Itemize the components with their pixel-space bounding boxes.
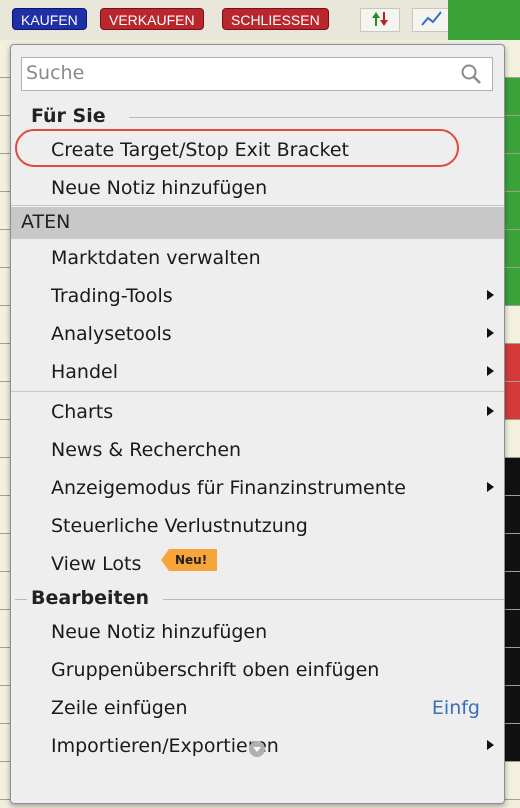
- search-input[interactable]: [22, 58, 446, 88]
- section-divider: [15, 599, 27, 600]
- submenu-arrow-icon: [487, 740, 494, 750]
- shortcut-hint: Einfg: [431, 697, 480, 719]
- submenu-arrow-icon: [487, 406, 494, 416]
- submenu-arrow-icon: [487, 290, 494, 300]
- submenu-arrow-icon: [487, 482, 494, 492]
- section-title-for-you: Für Sie: [31, 105, 106, 127]
- menu-item-display-mode[interactable]: Anzeigemodus für Finanzinstrumente: [51, 477, 406, 499]
- submenu-arrow-icon: [487, 328, 494, 338]
- search-box[interactable]: [21, 57, 493, 91]
- menu-item-insert-row[interactable]: Zeile einfügen: [51, 697, 188, 719]
- section-divider: [129, 117, 504, 118]
- menu-item-trade[interactable]: Handel: [51, 361, 118, 383]
- menu-item-manage-market-data[interactable]: Marktdaten verwalten: [51, 247, 261, 269]
- buy-button[interactable]: KAUFEN: [12, 8, 87, 30]
- highlight-outline: [15, 129, 459, 167]
- group-header-aten: ATEN: [11, 207, 504, 239]
- group-header-label: ATEN: [21, 211, 71, 233]
- submenu-arrow-icon: [487, 366, 494, 376]
- menu-item-trading-tools[interactable]: Trading-Tools: [51, 285, 173, 307]
- menu-item-tax-loss[interactable]: Steuerliche Verlustnutzung: [51, 515, 308, 537]
- search-icon: [461, 64, 481, 84]
- price-cell: [448, 0, 520, 40]
- chart-icon[interactable]: [412, 8, 452, 32]
- menu-item-insert-group-header[interactable]: Gruppenüberschrift oben einfügen: [51, 659, 379, 681]
- menu-separator: [11, 391, 504, 392]
- close-position-button[interactable]: SCHLIESSEN: [222, 8, 329, 30]
- menu-item-add-note[interactable]: Neue Notiz hinzufügen: [51, 177, 267, 199]
- scroll-down-icon[interactable]: [249, 741, 265, 757]
- menu-item-analysis-tools[interactable]: Analysetools: [51, 323, 172, 345]
- menu-item-import-export[interactable]: Importieren/Exportieren: [51, 735, 279, 757]
- context-menu: Für Sie Create Target/Stop Exit Bracket …: [10, 44, 505, 804]
- menu-item-view-lots[interactable]: View Lots: [51, 553, 141, 575]
- sell-button[interactable]: VERKAUFEN: [100, 8, 204, 30]
- section-title-edit: Bearbeiten: [31, 587, 150, 609]
- menu-item-add-note[interactable]: Neue Notiz hinzufügen: [51, 621, 267, 643]
- new-badge: Neu!: [161, 549, 218, 571]
- section-divider: [163, 599, 504, 600]
- order-toolbar: KAUFEN VERKAUFEN SCHLIESSEN: [0, 0, 520, 40]
- menu-item-news-research[interactable]: News & Recherchen: [51, 439, 241, 461]
- menu-item-charts[interactable]: Charts: [51, 401, 113, 423]
- order-entry-icon[interactable]: [360, 8, 400, 32]
- menu-separator: [11, 205, 504, 206]
